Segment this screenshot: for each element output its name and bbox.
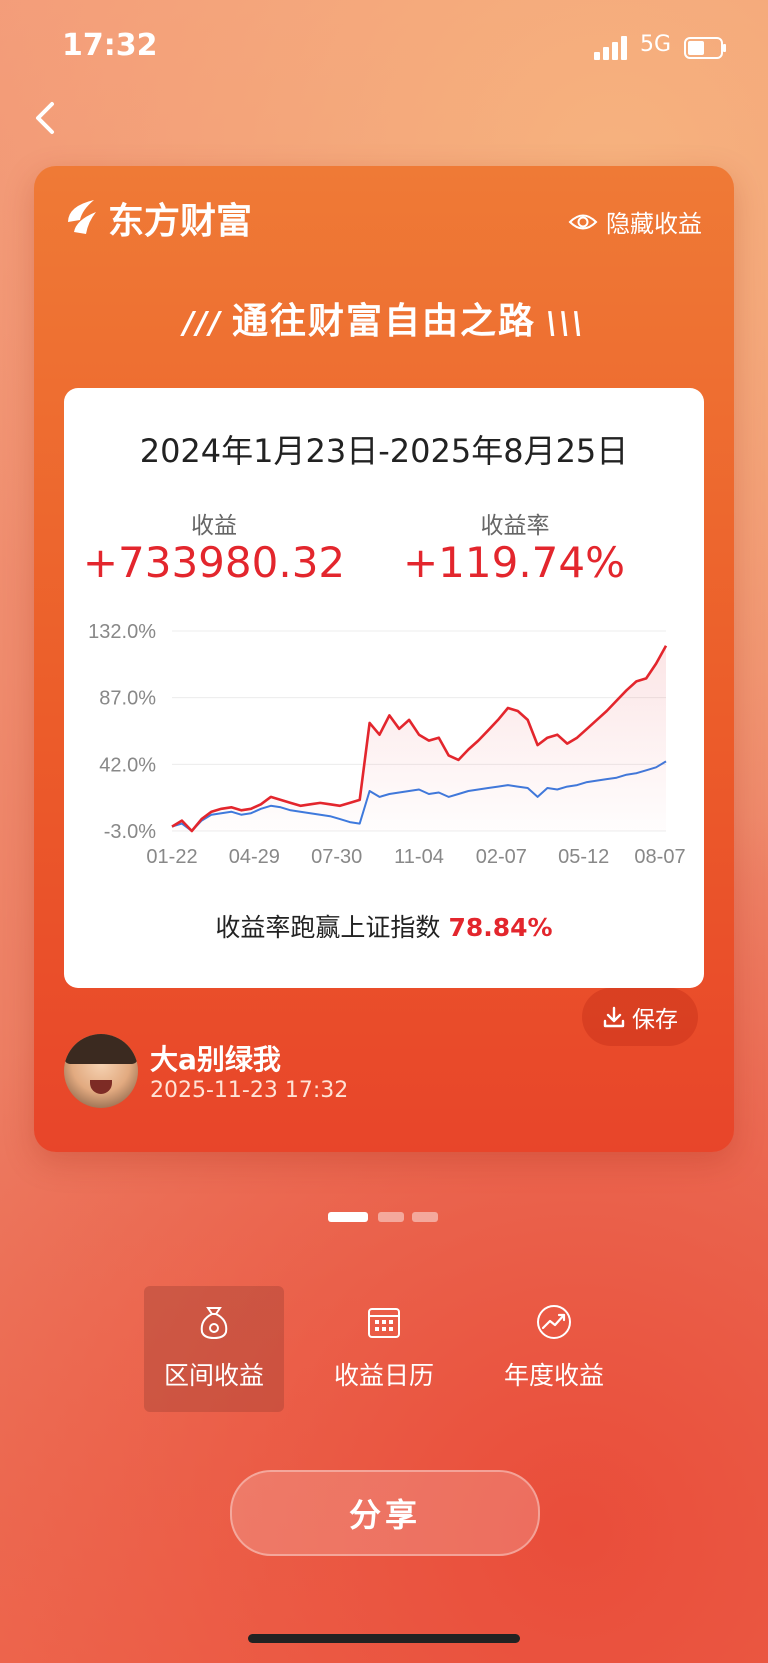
page-indicator — [328, 1212, 440, 1224]
tab-profit-calendar-label: 收益日历 — [333, 1361, 434, 1390]
trend-circle-icon — [537, 1305, 571, 1339]
network-label: 5G — [640, 32, 672, 57]
outperform-value: 78.84% — [448, 913, 553, 942]
hide-profit-toggle[interactable]: 隐藏收益 — [568, 204, 702, 239]
outperform-text: 收益率跑赢上证指数 — [215, 913, 441, 942]
logo-icon — [68, 200, 96, 234]
home-indicator — [248, 1634, 520, 1643]
tab-annual-profit[interactable]: 年度收益 — [484, 1286, 624, 1412]
hide-profit-label: 隐藏收益 — [606, 210, 702, 238]
page-dot-active — [328, 1212, 368, 1222]
signal-icon — [594, 36, 627, 60]
date-range: 2024年1月23日-2025年8月25日 — [139, 432, 629, 470]
x-tick-label: 02-07 — [476, 846, 527, 868]
user-timestamp: 2025-11-23 17:32 — [150, 1078, 349, 1103]
profit-label: 收益 — [191, 513, 237, 539]
page-dot — [378, 1212, 404, 1222]
tab-range-profit-label: 区间收益 — [163, 1361, 264, 1390]
calendar-icon — [368, 1308, 400, 1338]
back-icon[interactable] — [26, 96, 70, 140]
y-tick-label: 132.0% — [88, 621, 156, 643]
slash-decoration-icon: /// — [183, 306, 222, 341]
y-tick-label: -3.0% — [104, 821, 156, 843]
slogan-text: 通往财富自由之路 — [231, 301, 536, 342]
brand-name: 东方财富 — [108, 200, 253, 242]
x-tick-label: 11-04 — [394, 846, 444, 868]
share-button[interactable]: 分享 — [230, 1470, 540, 1556]
money-bag-icon — [200, 1307, 228, 1340]
brand-logo: 东方财富 — [64, 196, 252, 242]
page-dot — [412, 1212, 438, 1222]
share-label: 分享 — [348, 1496, 421, 1534]
avatar-hair — [64, 1034, 138, 1064]
x-tick-label: 01-22 — [146, 846, 197, 868]
outperform-line: 收益率跑赢上证指数 78.84% — [64, 908, 704, 944]
profit-value: +733980.32 — [82, 538, 346, 587]
status-bar: 17:32 5G — [0, 0, 768, 96]
save-button[interactable]: 保存 — [582, 988, 698, 1046]
profit-panel: 2024年1月23日-2025年8月25日 收益 +733980.32 收益率 … — [64, 388, 704, 988]
eye-icon — [568, 214, 598, 229]
rate-label: 收益率 — [480, 513, 550, 539]
user-name: 大a别绿我 — [150, 1043, 281, 1076]
backslash-decoration-icon: \\\ — [546, 306, 585, 341]
battery-icon — [684, 37, 726, 59]
avatar-mouth — [90, 1080, 112, 1094]
x-tick-label: 05-12 — [558, 846, 609, 868]
x-tick-label: 04-29 — [229, 846, 280, 868]
profit-chart: 132.0% 87.0% 42.0% -3.0% 01-22 04-29 07-30 11-0… — [88, 621, 685, 868]
mode-tabs: 区间收益 收益日历 年度收益 — [144, 1286, 624, 1412]
tab-annual-profit-label: 年度收益 — [503, 1361, 604, 1390]
series-area — [172, 645, 666, 831]
x-tick-label: 07-30 — [311, 846, 362, 868]
x-tick-label: 08-07 — [634, 846, 685, 868]
tab-profit-calendar[interactable]: 收益日历 — [314, 1286, 454, 1412]
rate-value: +119.74% — [402, 538, 626, 587]
y-tick-label: 42.0% — [99, 754, 156, 776]
save-label: 保存 — [632, 1007, 678, 1033]
avatar — [64, 1034, 138, 1108]
profit-card: 东方财富 隐藏收益 /// 通往财富自由之路 \\\ 2024年1月23日-2025… — [34, 166, 734, 1152]
slogan: /// 通往财富自由之路 \\\ — [34, 292, 734, 344]
download-icon — [603, 1006, 625, 1028]
user-info: 大a别绿我 2025-11-23 17:32 — [64, 1034, 704, 1114]
tab-range-profit[interactable]: 区间收益 — [144, 1286, 284, 1412]
y-tick-label: 87.0% — [99, 688, 156, 710]
status-time: 17:32 — [62, 28, 158, 63]
